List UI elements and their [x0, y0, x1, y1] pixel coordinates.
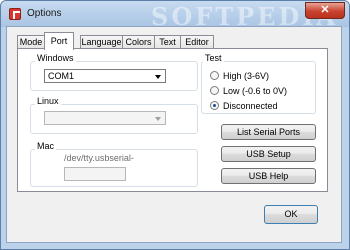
- chevron-down-icon: [155, 117, 161, 121]
- radio-button[interactable]: [210, 71, 219, 80]
- tab-language[interactable]: Language: [80, 35, 123, 49]
- tab-text[interactable]: Text: [154, 35, 181, 49]
- windows-group-label: Windows: [35, 53, 76, 63]
- windows-port-select[interactable]: COM1: [44, 69, 166, 83]
- tab-label: Language: [81, 37, 122, 47]
- linux-port-select[interactable]: [44, 111, 166, 125]
- windows-port-value: COM1: [48, 71, 75, 81]
- close-icon: ✕: [320, 4, 330, 16]
- tab-port[interactable]: Port: [44, 32, 74, 50]
- chevron-down-icon: [155, 75, 161, 79]
- radio-label: High (3-6V): [223, 71, 270, 81]
- close-button[interactable]: ✕: [305, 2, 345, 19]
- tab-label: Colors: [125, 37, 152, 47]
- tab-editor[interactable]: Editor: [180, 35, 214, 49]
- tab-label: Text: [159, 37, 176, 47]
- usb-setup-button[interactable]: USB Setup: [221, 146, 316, 162]
- list-serial-ports-button[interactable]: List Serial Ports: [221, 124, 316, 140]
- test-group-label: Test: [203, 53, 224, 63]
- tab-mode[interactable]: Mode: [17, 35, 45, 49]
- title-bar[interactable]: Options SOFTPEDIA ✕: [1, 1, 349, 31]
- mac-group-label: Mac: [35, 141, 57, 151]
- radio-label: Low (-0.6 to 0V): [223, 86, 288, 96]
- tab-label: Mode: [19, 37, 43, 47]
- window-title: Options: [27, 8, 62, 19]
- linux-group-label: Linux: [35, 96, 61, 106]
- mac-path-prefix: /dev/tty.usbserial-: [64, 153, 134, 163]
- mac-port-input[interactable]: [64, 167, 126, 181]
- tab-label: Port: [50, 36, 68, 46]
- radio-button[interactable]: [210, 86, 219, 95]
- tab-colors[interactable]: Colors: [122, 35, 155, 49]
- radio-button[interactable]: [210, 101, 219, 110]
- port-tab-panel: Windows COM1 Linux Mac /dev/tty.usbseria…: [17, 48, 328, 192]
- radio-label: Disconnected: [223, 101, 278, 111]
- usb-help-button[interactable]: USB Help: [221, 168, 316, 184]
- app-icon: [9, 8, 21, 20]
- tab-label: Editor: [185, 37, 209, 47]
- ok-button[interactable]: OK: [264, 205, 318, 224]
